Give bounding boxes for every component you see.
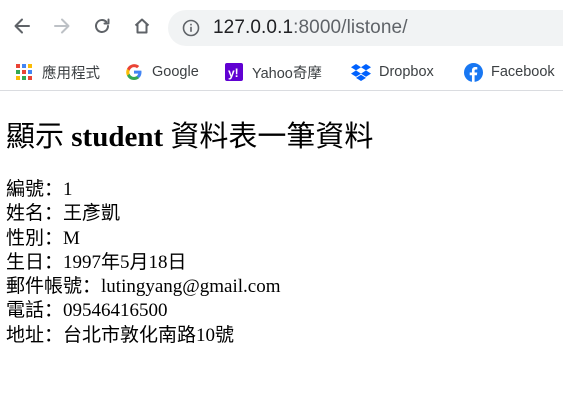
field-label: 編號： (6, 179, 64, 200)
record-row-birthday: 生日：1997年5月18日 (6, 251, 281, 275)
svg-text:y!: y! (228, 66, 239, 80)
bookmark-apps[interactable]: 應用程式 (14, 61, 100, 83)
home-icon (134, 18, 150, 34)
field-label: 地址： (6, 324, 64, 346)
bookmarks-bar: 應用程式 Google y! Yahoo奇摩 Dropbox Facebook (0, 52, 563, 91)
bookmark-label: Facebook (491, 64, 555, 80)
dropbox-icon (351, 62, 371, 82)
field-value: lutingyang@gmail.com (101, 276, 281, 298)
url-text[interactable]: 127.0.0.1:8000/listone/ (213, 17, 408, 39)
field-label: 生日： (6, 251, 64, 273)
forward-button[interactable] (50, 14, 74, 38)
field-value: 09546416500 (63, 300, 168, 322)
browser-toolbar: 127.0.0.1:8000/listone/ (0, 0, 563, 52)
address-bar[interactable]: 127.0.0.1:8000/listone/ (168, 10, 563, 46)
record-row-name: 姓名：王彥凱 (6, 202, 281, 226)
field-value: M (63, 227, 80, 249)
field-label: 性別： (6, 227, 64, 249)
page-title-table-name: student (71, 121, 164, 153)
url-path: :8000/listone/ (293, 17, 408, 38)
bookmark-yahoo[interactable]: y! Yahoo奇摩 (224, 61, 322, 83)
field-label: 郵件帳號： (6, 276, 102, 298)
apps-grid-icon (14, 62, 34, 82)
field-value: 台北市敦化南路10號 (63, 324, 235, 346)
bookmark-dropbox[interactable]: Dropbox (351, 61, 434, 83)
url-host: 127.0.0.1 (213, 17, 294, 38)
record-row-email: 郵件帳號：lutingyang@gmail.com (6, 275, 281, 299)
google-icon (124, 62, 144, 82)
page-title-suffix: 資料表一筆資料 (163, 121, 374, 153)
record-row-address: 地址：台北市敦化南路10號 (6, 324, 281, 348)
bookmark-facebook[interactable]: Facebook (463, 61, 555, 83)
reload-icon (95, 18, 110, 33)
bookmark-label: Dropbox (379, 64, 434, 80)
field-value: 1 (63, 179, 73, 200)
home-button[interactable] (130, 14, 154, 38)
field-label: 姓名： (6, 203, 64, 225)
page-title-prefix: 顯示 (6, 121, 72, 153)
bookmark-label: Yahoo奇摩 (252, 65, 322, 82)
facebook-icon (463, 62, 483, 82)
bookmark-label: 應用程式 (42, 65, 100, 82)
student-record: 編號：1 姓名：王彥凱 性別：M 生日：1997年5月18日 郵件帳號：luti… (6, 178, 281, 348)
bookmark-google[interactable]: Google (124, 61, 199, 83)
back-button[interactable] (10, 14, 34, 38)
record-row-id: 編號：1 (6, 178, 281, 202)
reload-button[interactable] (90, 14, 114, 38)
arrow-left-icon (14, 18, 30, 34)
record-row-gender: 性別：M (6, 227, 281, 251)
field-value: 王彥凱 (63, 203, 121, 225)
field-value: 1997年5月18日 (63, 251, 187, 273)
field-label: 電話： (6, 300, 64, 322)
bookmark-label: Google (152, 64, 199, 80)
page-title: 顯示 student 資料表一筆資料 (6, 119, 373, 155)
arrow-right-icon (54, 18, 70, 34)
record-row-phone: 電話：09546416500 (6, 299, 281, 323)
yahoo-icon: y! (224, 62, 244, 82)
browser-chrome: 127.0.0.1:8000/listone/ 應用程式 Google y! Y… (0, 0, 563, 91)
info-icon[interactable] (182, 19, 200, 37)
